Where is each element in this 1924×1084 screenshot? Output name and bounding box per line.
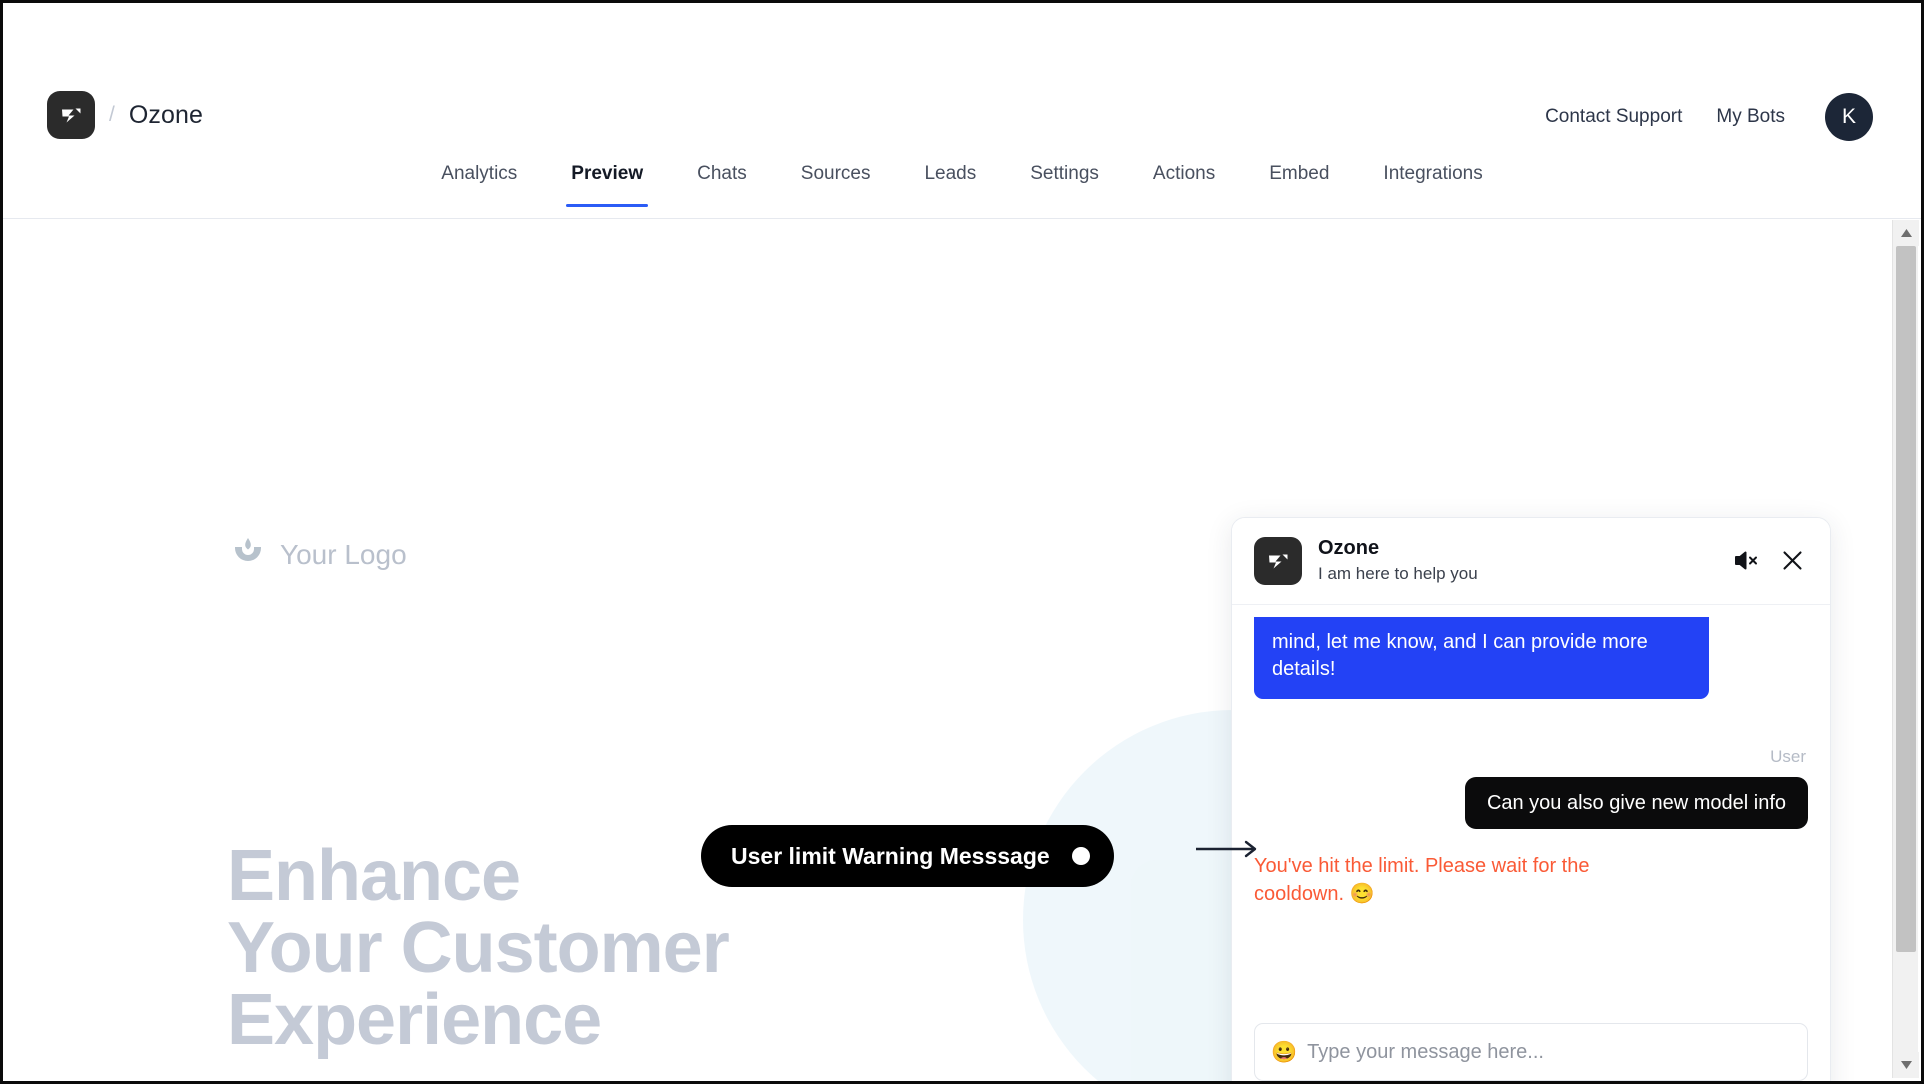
chat-bot-name: Ozone (1318, 537, 1380, 559)
chat-header-text: Ozone I am here to help you (1318, 536, 1732, 586)
avatar[interactable]: K (1825, 93, 1873, 141)
chat-message-input[interactable] (1307, 1040, 1791, 1064)
page-title: Ozone (128, 100, 204, 129)
tab-settings[interactable]: Settings (1003, 153, 1126, 207)
smiley-emoji-icon[interactable]: 😀 (1271, 1042, 1297, 1063)
speaker-muted-icon[interactable] (1732, 547, 1759, 574)
tab-embed[interactable]: Embed (1242, 153, 1356, 207)
tab-sources[interactable]: Sources (774, 153, 898, 207)
thinkstack-logo-icon[interactable] (47, 91, 95, 139)
scrollbar-up-arrow-icon[interactable] (1893, 220, 1919, 246)
chat-message-bot: mind, let me know, and I can provide mor… (1254, 616, 1709, 700)
chat-widget-footer: 😀 Powered by Thinkstack (1232, 1023, 1830, 1081)
scrollbar-thumb[interactable] (1896, 246, 1916, 952)
breadcrumb-separator: / (109, 103, 115, 126)
chat-input-container[interactable]: 😀 (1254, 1023, 1808, 1081)
preview-canvas: Your Logo Enhance Your Customer Experien… (3, 220, 1921, 1081)
tab-preview[interactable]: Preview (544, 153, 670, 207)
tab-chats[interactable]: Chats (670, 153, 774, 207)
tab-analytics[interactable]: Analytics (414, 153, 544, 207)
hero-headline: Enhance Your Customer Experience (227, 836, 730, 1060)
site-logo: Your Logo (231, 535, 407, 574)
chat-widget: Ozone I am here to help you mind, let me… (1231, 517, 1831, 1081)
tab-leads[interactable]: Leads (897, 153, 1003, 207)
site-logo-label: Your Logo (280, 538, 407, 570)
droplet-logo-icon (231, 535, 265, 574)
close-icon[interactable] (1779, 547, 1806, 574)
page-scrollbar[interactable] (1892, 220, 1919, 1078)
hero-headline-line2: Your Customer (227, 908, 730, 988)
header-actions: Contact Support My Bots K (1545, 93, 1873, 141)
annotation-dot (1071, 847, 1090, 865)
chat-bot-avatar-icon (1254, 536, 1302, 585)
hero-headline-line3: Experience (227, 980, 602, 1060)
main-nav-tabs: Analytics Preview Chats Sources Leads Se… (3, 153, 1921, 219)
chat-header-actions (1732, 547, 1806, 574)
tab-integrations[interactable]: Integrations (1356, 153, 1509, 207)
my-bots-link[interactable]: My Bots (1716, 106, 1785, 128)
app-window: / Ozone Contact Support My Bots K Analyt… (0, 0, 1924, 1084)
annotation-callout-label: User limit Warning Messsage (731, 842, 1050, 869)
user-limit-warning-message: You've hit the limit. Please wait for th… (1254, 855, 1590, 905)
chat-message-user: Can you also give new model info (1464, 777, 1808, 830)
chat-message-list[interactable]: mind, let me know, and I can provide mor… (1232, 605, 1830, 1023)
annotation-callout: User limit Warning Messsage (701, 825, 1114, 887)
breadcrumb: / Ozone (47, 91, 203, 139)
chat-widget-header: Ozone I am here to help you (1232, 518, 1830, 605)
contact-support-link[interactable]: Contact Support (1545, 106, 1682, 128)
top-header: / Ozone Contact Support My Bots K (3, 3, 1921, 153)
chat-message-user-row: Can you also give new model info (1254, 777, 1808, 830)
scrollbar-down-arrow-icon[interactable] (1893, 1052, 1919, 1078)
tab-actions[interactable]: Actions (1126, 153, 1242, 207)
hero-headline-line1: Enhance (227, 836, 521, 916)
chat-bot-subtitle: I am here to help you (1318, 564, 1478, 583)
arrow-right-icon (1194, 834, 1266, 869)
chat-message-sender-label: User (1770, 747, 1806, 767)
